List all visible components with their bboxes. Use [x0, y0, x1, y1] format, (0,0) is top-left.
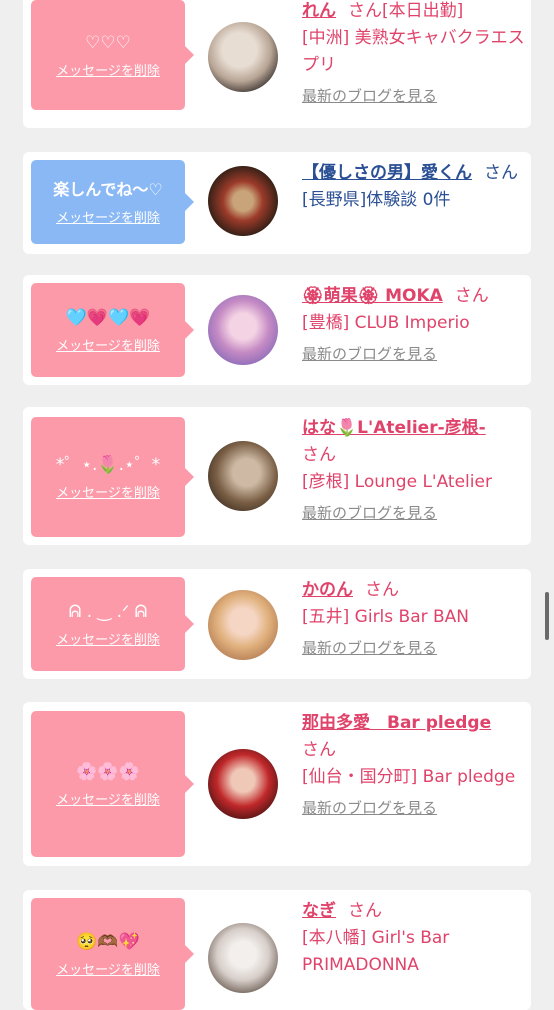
shop-name: [中洲] 美熟女キャバクラエスプリ: [302, 28, 525, 75]
latest-blog-link[interactable]: 最新のブログを見る: [302, 635, 526, 662]
delete-message-link[interactable]: メッセージを削除: [56, 482, 160, 501]
message-text: ♡♡♡: [85, 32, 131, 53]
entry-info: 【優しさの男】愛くん さん [長野県]体験談 0件: [302, 160, 526, 214]
honorific: さん: [484, 163, 518, 183]
latest-blog-link[interactable]: 最新のブログを見る: [302, 500, 526, 527]
honorific: さん: [348, 1, 382, 21]
message-card: 🌸🌸🌸 メッセージを削除 那由多愛 Bar pledge さん [仙台・国分町]…: [23, 702, 531, 866]
honorific: さん: [302, 445, 336, 465]
avatar[interactable]: [208, 22, 278, 92]
delete-message-link[interactable]: メッセージを削除: [56, 959, 160, 978]
avatar[interactable]: [208, 441, 278, 511]
latest-blog-link[interactable]: 最新のブログを見る: [302, 83, 526, 110]
message-card: ᕱ . ‿ .ᐟ ᕱ メッセージを削除 かのん さん [五井] Girls Bar…: [23, 569, 531, 679]
entry-info: れん さん[本日出勤] [中洲] 美熟女キャバクラエスプリ 最新のブログを見る: [302, 0, 526, 110]
honorific: さん: [365, 580, 399, 600]
message-card: 🩵💗🩵💗 メッセージを削除 🏵萌果🏵 MOKA さん [豊橋] CLUB Impe…: [23, 275, 531, 385]
shop-name: [豊橋] CLUB Imperio: [302, 313, 470, 333]
shop-name: [五井] Girls Bar BAN: [302, 607, 470, 627]
entry-info: 那由多愛 Bar pledge さん [仙台・国分町] Bar pledge 最…: [302, 710, 526, 822]
message-bubble: ᕱ . ‿ .ᐟ ᕱ メッセージを削除: [31, 577, 194, 671]
message-bubble: 🥺🫶🏾💖 メッセージを削除: [31, 898, 194, 1010]
honorific: さん: [348, 901, 382, 921]
status-text: [本日出勤]: [382, 1, 464, 21]
message-bubble: 🩵💗🩵💗 メッセージを削除: [31, 283, 194, 377]
latest-blog-link[interactable]: 最新のブログを見る: [302, 795, 526, 822]
shop-name: [彦根] Lounge L'Atelier: [302, 472, 492, 492]
entry-info: 🏵萌果🏵 MOKA さん [豊橋] CLUB Imperio 最新のブログを見る: [302, 283, 526, 368]
message-bubble: ♡♡♡ メッセージを削除: [31, 0, 194, 110]
entry-info: かのん さん [五井] Girls Bar BAN 最新のブログを見る: [302, 577, 526, 662]
message-bubble: *゜⋆.🌷.⋆゜* メッセージを削除: [31, 417, 194, 537]
message-bubble: 🌸🌸🌸 メッセージを削除: [31, 711, 194, 857]
shop-name: [仙台・国分町] Bar pledge: [302, 767, 516, 787]
entry-info: なぎ さん [本八幡] Girl's Bar PRIMADONNA: [302, 898, 526, 979]
delete-message-link[interactable]: メッセージを削除: [56, 207, 160, 226]
user-name-link[interactable]: 【優しさの男】愛くん: [302, 163, 472, 183]
user-name-link[interactable]: 🏵萌果🏵 MOKA: [302, 286, 443, 306]
avatar[interactable]: [208, 923, 278, 993]
message-card: *゜⋆.🌷.⋆゜* メッセージを削除 はな🌷L'Atelier-彦根- さん […: [23, 407, 531, 545]
user-name-link[interactable]: かのん: [302, 580, 353, 600]
delete-message-link[interactable]: メッセージを削除: [56, 629, 160, 648]
user-name-link[interactable]: 那由多愛 Bar pledge: [302, 713, 491, 733]
honorific: さん: [302, 740, 336, 760]
message-text: 🌸🌸🌸: [76, 761, 140, 782]
avatar[interactable]: [208, 295, 278, 365]
user-name-link[interactable]: はな🌷L'Atelier-彦根-: [302, 418, 486, 438]
latest-blog-link[interactable]: 最新のブログを見る: [302, 341, 526, 368]
message-bubble: 楽しんでね〜♡ メッセージを削除: [31, 160, 194, 244]
message-text: 🥺🫶🏾💖: [76, 931, 140, 952]
delete-message-link[interactable]: メッセージを削除: [56, 60, 160, 79]
message-text: *゜⋆.🌷.⋆゜*: [55, 454, 161, 475]
user-name-link[interactable]: れん: [302, 1, 336, 21]
entry-info: はな🌷L'Atelier-彦根- さん [彦根] Lounge L'Atelie…: [302, 415, 526, 527]
delete-message-link[interactable]: メッセージを削除: [56, 335, 160, 354]
shop-name: [本八幡] Girl's Bar PRIMADONNA: [302, 928, 450, 975]
message-card: ♡♡♡ メッセージを削除 れん さん[本日出勤] [中洲] 美熟女キャバクラエスプ…: [23, 0, 531, 128]
delete-message-link[interactable]: メッセージを削除: [56, 789, 160, 808]
avatar[interactable]: [208, 166, 278, 236]
message-card: 楽しんでね〜♡ メッセージを削除 【優しさの男】愛くん さん [長野県]体験談 0…: [23, 152, 531, 254]
scrollbar[interactable]: [545, 592, 549, 640]
avatar[interactable]: [208, 749, 278, 819]
honorific: さん: [454, 286, 489, 306]
message-text: ᕱ . ‿ .ᐟ ᕱ: [68, 601, 148, 622]
avatar[interactable]: [208, 590, 278, 660]
user-name-link[interactable]: なぎ: [302, 901, 336, 921]
message-card: 🥺🫶🏾💖 メッセージを削除 なぎ さん [本八幡] Girl's Bar PRIM…: [23, 890, 531, 1010]
shop-name: [長野県]体験談 0件: [302, 190, 451, 210]
message-text: 🩵💗🩵💗: [65, 307, 151, 328]
message-text: 楽しんでね〜♡: [53, 179, 163, 199]
